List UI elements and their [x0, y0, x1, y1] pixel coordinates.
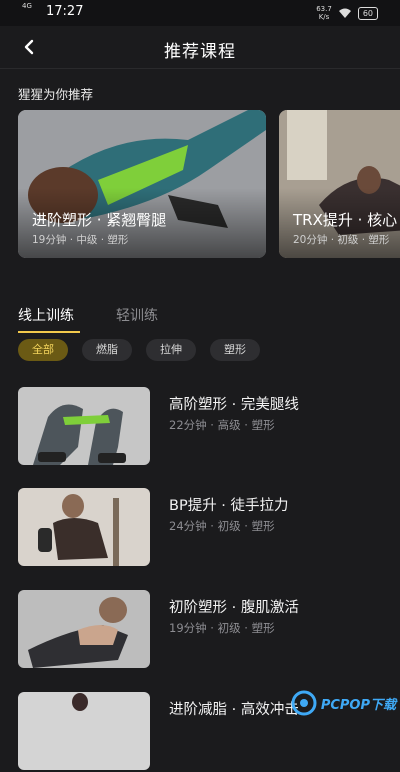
card-title: TRX提升 · 核心 — [293, 211, 398, 229]
recommend-section-title: 猩猩为你推荐 — [18, 87, 94, 102]
course-meta: 19分钟 · 初级 · 塑形 — [169, 621, 275, 635]
course-thumbnail — [18, 590, 150, 668]
category-tabs: 线上训练 轻训练 — [18, 305, 158, 325]
course-title: 进阶减脂 · 高效冲击 — [169, 702, 299, 718]
workout-photo — [18, 590, 150, 668]
pcpop-logo-icon — [291, 690, 317, 716]
status-time: 17:27 — [46, 4, 84, 19]
workout-photo — [18, 692, 150, 770]
course-item[interactable]: BP提升 · 徒手拉力 24分钟 · 初级 · 塑形 — [18, 488, 388, 568]
filter-all[interactable]: 全部 — [18, 339, 68, 361]
course-title: 高阶塑形 · 完美腿线 — [169, 397, 299, 413]
page-title: 推荐课程 — [164, 42, 236, 62]
filter-fat-burn[interactable]: 燃脂 — [82, 339, 132, 361]
workout-photo — [18, 387, 150, 465]
card-title: 进阶塑形 · 紧翘臀腿 — [32, 211, 167, 229]
watermark-text: PCPOP下载 — [320, 697, 396, 713]
course-thumbnail — [18, 692, 150, 770]
course-meta: 24分钟 · 初级 · 塑形 — [169, 519, 275, 533]
recommend-card-2[interactable]: TRX提升 · 核心 20分钟 · 初级 · 塑形 — [279, 110, 400, 258]
network-speed: 63.7 K/s — [316, 5, 332, 21]
top-nav: 推荐课程 — [0, 26, 400, 69]
course-meta: 22分钟 · 高级 · 塑形 — [169, 418, 275, 432]
watermark: PCPOP下载 — [291, 690, 396, 716]
course-item[interactable]: 高阶塑形 · 完美腿线 22分钟 · 高级 · 塑形 — [18, 387, 388, 467]
status-bar: 4G 17:27 63.7 K/s 60 — [0, 0, 400, 26]
recommend-card-1[interactable]: 进阶塑形 · 紧翘臀腿 19分钟 · 中级 · 塑形 — [18, 110, 266, 258]
course-thumbnail — [18, 488, 150, 566]
card-meta: 20分钟 · 初级 · 塑形 — [293, 234, 390, 246]
course-title: BP提升 · 徒手拉力 — [169, 498, 289, 514]
signal-indicator: 4G — [22, 2, 32, 10]
course-title: 初阶塑形 · 腹肌激活 — [169, 600, 299, 616]
workout-photo — [18, 488, 150, 566]
tab-light-training[interactable]: 轻训练 — [116, 305, 158, 325]
battery-indicator: 60 — [357, 6, 378, 20]
tab-online-training[interactable]: 线上训练 — [18, 305, 74, 325]
active-tab-indicator — [18, 331, 80, 333]
wifi-icon — [338, 8, 351, 18]
card-meta: 19分钟 · 中级 · 塑形 — [32, 234, 129, 246]
status-right: 63.7 K/s 60 — [316, 5, 378, 21]
filter-chips: 全部 燃脂 拉伸 塑形 — [18, 339, 260, 361]
filter-shaping[interactable]: 塑形 — [210, 339, 260, 361]
filter-stretch[interactable]: 拉伸 — [146, 339, 196, 361]
course-thumbnail — [18, 387, 150, 465]
course-item[interactable]: 初阶塑形 · 腹肌激活 19分钟 · 初级 · 塑形 — [18, 590, 388, 670]
